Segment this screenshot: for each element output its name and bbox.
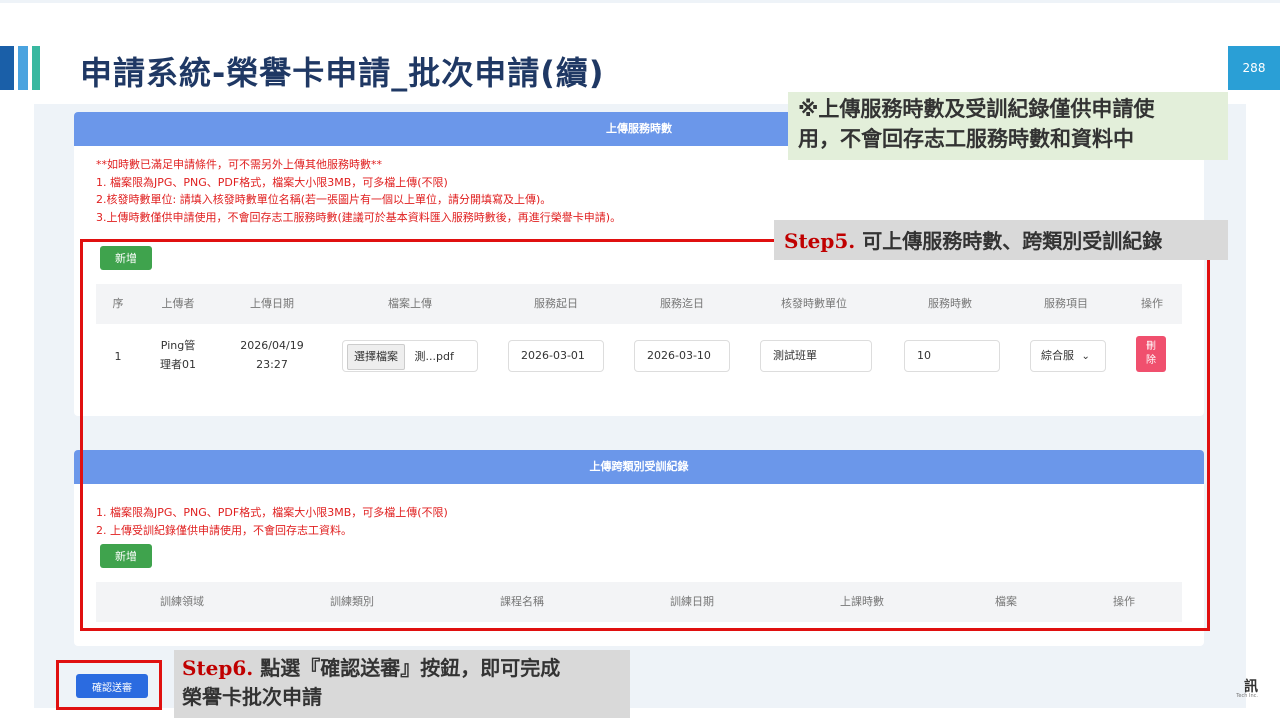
step6-callout: Step6. 點選『確認送審』按鈕，即可完成 榮譽卡批次申請 — [174, 650, 630, 718]
step6-text: 點選『確認送審』按鈕，即可完成 — [260, 656, 561, 680]
note-line: 1. 檔案限為JPG、PNG、PDF格式，檔案大小限3MB，可多檔上傳(不限) — [96, 175, 448, 189]
step5-text: 可上傳服務時數、跨類別受訓紀錄 — [862, 229, 1163, 253]
note-callout: ※上傳服務時數及受訓紀錄僅供申請使 用，不會回存志工服務時數和資料中 — [788, 92, 1228, 160]
note-line: **如時數已滿足申請條件，可不需另外上傳其他服務時數** — [96, 158, 382, 171]
header-accent-bar — [32, 46, 40, 90]
step5-highlight-frame — [80, 239, 1210, 631]
step6-highlight-frame — [56, 660, 162, 710]
slide-title: 申請系統-榮譽卡申請_批次申請(續) — [80, 54, 605, 92]
service-hours-notes: **如時數已滿足申請條件，可不需另外上傳其他服務時數** 1. 檔案限為JPG、… — [96, 156, 621, 226]
step6-label: Step6. — [182, 656, 254, 680]
company-logo-subtext: Tech Inc. — [1236, 693, 1258, 699]
note-line: 3.上傳時數僅供申請使用，不會回存志工服務時數(建議可於基本資料匯入服務時數後，… — [96, 210, 622, 224]
step5-callout: Step5. 可上傳服務時數、跨類別受訓紀錄 — [774, 220, 1228, 260]
top-rule — [0, 0, 1280, 3]
step6-text: 榮譽卡批次申請 — [182, 685, 322, 709]
note-line: 2.核發時數單位: 請填入核發時數單位名稱(若一張圖片有一個以上單位，請分開填寫… — [96, 193, 552, 206]
step5-label: Step5. — [784, 229, 856, 253]
page-number: 288 — [1228, 46, 1280, 90]
header-accent-bar — [0, 46, 14, 90]
header-accent-bar — [18, 46, 28, 90]
